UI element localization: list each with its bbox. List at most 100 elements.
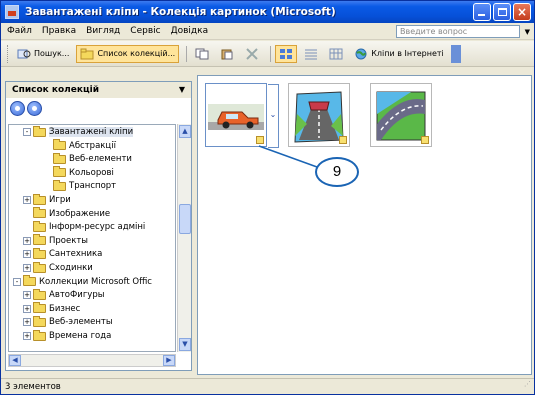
folder-icon	[33, 329, 46, 341]
tree-item-label: Веб-элементы	[49, 317, 113, 328]
expand-icon[interactable]: +	[23, 291, 31, 300]
collapse-icon[interactable]: -	[13, 277, 21, 286]
folder-icon	[33, 207, 46, 219]
collections-list-button[interactable]: Список колекцій...	[76, 44, 180, 63]
minimize-icon	[478, 14, 485, 16]
collapse-icon[interactable]: -	[23, 128, 31, 136]
folder-icon	[33, 193, 46, 205]
tree-item-label: Транспорт	[69, 181, 117, 192]
tree-item-label: Коллекции Microsoft Offic	[39, 276, 152, 287]
collection-list-header: Список колекцій ▼	[6, 82, 191, 98]
tree-item-label: Абстракції	[69, 140, 116, 151]
tree-item[interactable]: + Игри	[23, 193, 71, 206]
clips-online-button[interactable]: Кліпи в Інтернеті	[350, 45, 448, 63]
tree-item[interactable]: Транспорт	[43, 179, 117, 192]
folder-icon	[33, 315, 46, 327]
thumbnails-view-button[interactable]	[275, 44, 298, 63]
scroll-thumb[interactable]	[179, 204, 191, 234]
tree-item[interactable]: Кольорові	[43, 166, 114, 179]
clip-thumbnail-car[interactable]: ⌄	[205, 83, 279, 148]
details-view-icon	[329, 48, 343, 60]
tree-item[interactable]: Веб-елементи	[43, 152, 132, 165]
clip-dropdown-button[interactable]: ⌄	[268, 84, 279, 148]
search-icon	[17, 48, 31, 60]
folder-icon	[33, 220, 46, 232]
expand-icon[interactable]: +	[23, 196, 31, 204]
clip-thumbnail-road[interactable]	[370, 83, 432, 147]
maximize-icon	[498, 8, 507, 16]
folder-icon	[33, 234, 46, 246]
folder-icon	[33, 247, 46, 259]
clip-badge-icon	[339, 136, 347, 144]
forward-button[interactable]	[27, 101, 42, 116]
tree-item[interactable]: + Сантехника	[23, 247, 102, 260]
toolbar-grip[interactable]	[7, 44, 10, 63]
folder-icon	[53, 179, 66, 191]
help-question-input[interactable]: Введите вопрос	[396, 25, 520, 38]
maximize-button[interactable]	[493, 3, 511, 21]
tree-item[interactable]: + Времена года	[23, 329, 111, 342]
tree-item[interactable]: + Сходинки	[23, 261, 93, 274]
list-view-button[interactable]	[300, 45, 322, 63]
tree-item[interactable]: + Веб-элементы	[23, 315, 113, 328]
clip-thumbnail-road-car[interactable]	[288, 83, 350, 147]
list-view-icon	[304, 48, 318, 60]
close-button[interactable]: ×	[513, 3, 531, 21]
copy-button[interactable]	[191, 45, 213, 63]
tree-item[interactable]: Изображение	[23, 207, 110, 220]
tree-vertical-scrollbar[interactable]: ▲ ▼	[177, 124, 191, 352]
search-button[interactable]: Пошук...	[13, 45, 73, 63]
menu-view[interactable]: Вигляд	[86, 26, 120, 36]
copy-icon	[195, 48, 209, 60]
menu-tools[interactable]: Сервіс	[130, 26, 160, 36]
toolbar-options-button[interactable]	[450, 44, 461, 63]
toolbar-separator	[270, 45, 272, 62]
expand-icon[interactable]: +	[23, 304, 31, 313]
delete-icon	[245, 47, 259, 60]
scroll-up-icon[interactable]: ▲	[179, 125, 191, 138]
tree-item-label: Сходинки	[49, 263, 93, 273]
menu-edit[interactable]: Правка	[42, 26, 76, 36]
scroll-right-icon[interactable]: ▶	[163, 355, 175, 366]
scroll-left-icon[interactable]: ◀	[9, 355, 21, 366]
collections-list-label: Список колекцій...	[97, 49, 176, 58]
menu-file[interactable]: Файл	[7, 26, 32, 36]
pane-dropdown-icon[interactable]: ▼	[179, 82, 185, 98]
tree-item[interactable]: - Коллекции Microsoft Offic	[13, 275, 152, 288]
status-bar: 3 элементов ⋰	[1, 378, 534, 394]
tree-item[interactable]: + Бизнес	[23, 302, 80, 315]
title-bar[interactable]: Завантажені кліпи - Колекція картинок (M…	[1, 1, 534, 23]
minimize-button[interactable]	[473, 3, 491, 21]
expand-icon[interactable]: +	[23, 250, 31, 259]
expand-icon[interactable]: +	[23, 332, 31, 340]
help-dropdown-icon[interactable]: ▼	[525, 28, 530, 36]
tree-item[interactable]: + Проекты	[23, 234, 88, 247]
tree-item[interactable]: Інформ-ресурс адміні	[23, 220, 146, 233]
expand-icon[interactable]: +	[23, 318, 31, 327]
tree-item-label: Інформ-ресурс адміні	[49, 222, 146, 233]
folder-icon	[33, 261, 46, 273]
delete-button[interactable]	[241, 45, 263, 63]
clip-organizer-app-icon[interactable]	[5, 5, 19, 19]
tree-item[interactable]: Абстракції	[43, 139, 116, 152]
toolbar: Пошук... Список колекцій... Кліпи в Інте…	[1, 41, 534, 67]
tree-item[interactable]: + АвтоФигуры	[23, 288, 104, 301]
clip-badge-icon	[256, 136, 264, 144]
menu-help[interactable]: Довідка	[171, 26, 209, 36]
details-view-button[interactable]	[325, 45, 347, 63]
expand-icon[interactable]: +	[23, 264, 31, 272]
tree-horizontal-scrollbar[interactable]: ◀ ▶	[8, 354, 176, 367]
expand-icon[interactable]: +	[23, 236, 31, 245]
paste-button[interactable]	[216, 45, 238, 63]
resize-grip-icon[interactable]: ⋰	[524, 376, 531, 392]
tree-item-label: Игри	[49, 195, 71, 205]
back-button[interactable]	[10, 101, 25, 116]
scroll-down-icon[interactable]: ▼	[179, 338, 191, 351]
folder-icon	[33, 288, 46, 300]
search-button-label: Пошук...	[34, 49, 70, 58]
pane-nav	[10, 101, 42, 116]
tree-item[interactable]: - Завантажені кліпи	[23, 125, 134, 138]
tree-item-label: Кольорові	[69, 167, 114, 178]
collection-list-title: Список колекцій	[12, 85, 100, 95]
clip-organizer-window: Завантажені кліпи - Колекція картинок (M…	[0, 0, 535, 395]
